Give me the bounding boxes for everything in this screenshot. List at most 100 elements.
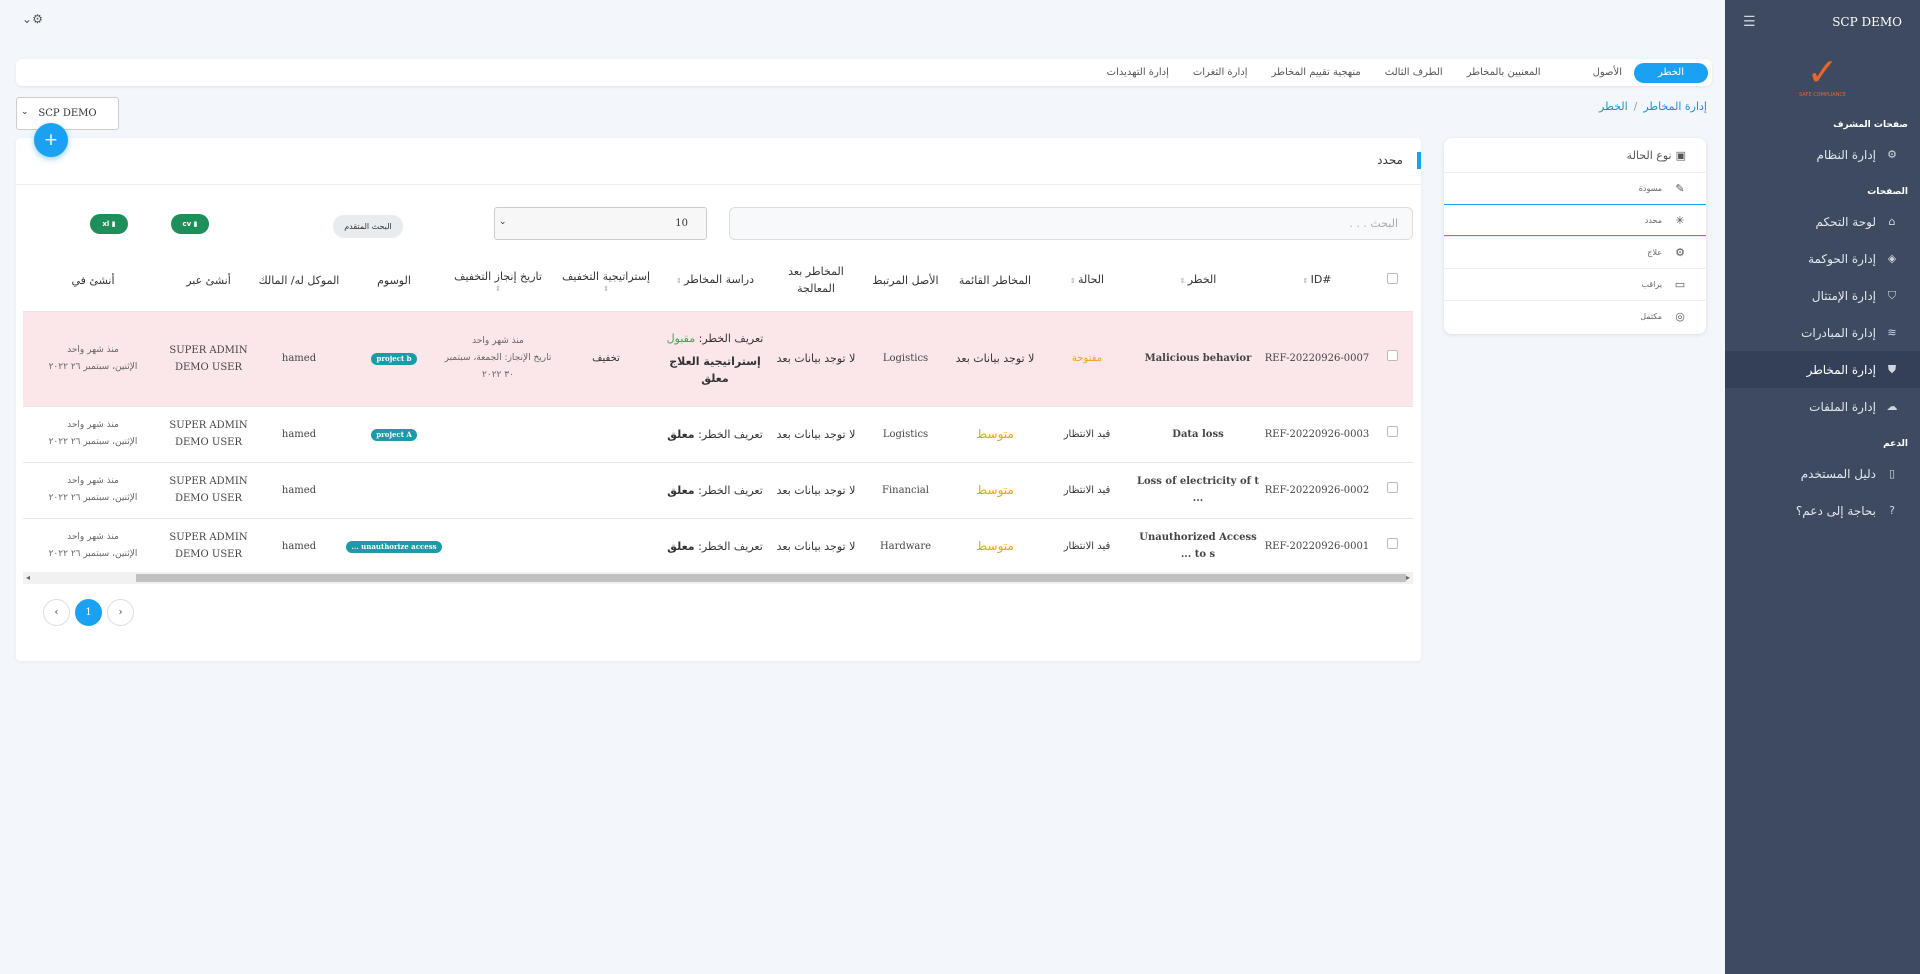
sidebar-item-dashboard[interactable]: ⌂ لوحة التحكم [1725,203,1920,240]
sidebar-item-label: إدارة الملفات [1809,399,1876,414]
tab-threats[interactable]: إدارة التهديدات [1095,63,1181,83]
table-row[interactable]: REF-20220926-0002 Loss of electricity of… [23,462,1413,519]
next-page-button[interactable]: › [107,599,134,626]
tab-third-party[interactable]: الطرف الثالث [1373,63,1455,83]
sidebar-item-label: إدارة النظام [1816,147,1876,162]
export-label: cv [182,220,192,228]
scroll-right-icon[interactable]: ▸ [1406,572,1410,584]
tab-assets[interactable]: الأصول [1581,63,1634,83]
created-ago: منذ شهر واحد [67,476,119,486]
page-size-value: 10 [675,218,688,229]
status-filter-identified[interactable]: ✳ محدد [1444,204,1706,236]
cell-tags: project b [344,311,444,407]
clipboard-icon: ▭ [1674,278,1686,291]
cell-risk[interactable]: Unauthorized Access to s ... [1133,518,1263,575]
created-full: الإثنين، سبتمبر ٢٦ ٢٠٢٢ [48,361,138,372]
status-filter-completed[interactable]: ◎ مكتمل [1444,300,1706,332]
table-row[interactable]: REF-20220926-0001 Unauthorized Access to… [23,518,1413,575]
cell-risk[interactable]: Malicious behavior [1133,311,1263,407]
tab-risk[interactable]: الخطر [1633,62,1708,83]
col-id[interactable]: #ID ⇕ [1263,250,1371,312]
col-created-by: أنشئ عبر [163,250,254,312]
page-1-button[interactable]: 1 [75,599,102,626]
col-risk[interactable]: الخطر ⇕ [1133,250,1263,312]
settings-dropdown[interactable]: ⌄⚙ [22,12,43,26]
col-risk-study[interactable]: دراسة المخاطر ⇕ [660,250,770,312]
col-label: تاريخ إنجاز التخفيف [454,269,542,283]
sidebar-item-system-admin[interactable]: ⚙ إدارة النظام [1725,136,1920,173]
cell-mitigation [552,406,660,463]
table-row[interactable]: REF-20220926-0007 Malicious behavior مفت… [23,311,1413,407]
add-risk-button[interactable]: + [34,123,68,157]
sidebar-item-governance[interactable]: ◈ إدارة الحوكمة [1725,240,1920,277]
cell-inherent: متوسط [949,406,1041,463]
sidebar-item-user-guide[interactable]: ▯ دليل المستخدم [1725,455,1920,492]
tab-risk-stakeholders[interactable]: المعنيين بالمخاطر [1455,63,1553,83]
status-filter-draft[interactable]: ✎ مسودة [1444,172,1706,204]
search-input[interactable]: البحث . . . [729,207,1413,240]
cell-asset: Hardware [862,518,949,575]
box-icon: ▣ [1675,148,1686,162]
gear-icon: ⚙ [1887,148,1897,161]
select-all-checkbox[interactable] [1386,272,1398,284]
sidebar-item-help[interactable]: ? بحاجة إلى دعم؟ [1725,492,1920,529]
row-checkbox[interactable] [1386,481,1398,493]
tab-risk-methodology[interactable]: منهجية تقييم المخاطر [1260,63,1373,83]
col-mitigation-date[interactable]: تاريخ إنجاز التخفيف ⇕ [444,250,552,312]
cell-inherent: لا توجد بيانات بعد [949,311,1041,407]
section-support: الدعم [1883,439,1908,449]
risk-table: #ID ⇕ الخطر ⇕ الحالة ⇕ المخاطر القائمة ا… [23,250,1413,575]
prev-page-button[interactable]: ‹ [43,599,70,626]
cell-owner: hamed [254,311,344,407]
scrollbar-thumb[interactable] [136,574,1406,582]
col-mitigation-strategy[interactable]: إستراتيجية التخفيف ⇕ [552,250,660,312]
status-filter-label: يراقب [1641,280,1662,289]
col-residual-risk: المخاطر بعد المعالجة [770,250,862,312]
sidebar-item-compliance[interactable]: ⛉ إدارة الإمتثال [1725,277,1920,314]
col-related-asset: الأصل المرتبط [862,250,949,312]
export-xl-button[interactable]: xl ▮ [90,214,128,234]
section-pages: الصفحات [1867,187,1908,197]
logo: ✓ SAFE COMPLIANCE [1725,44,1920,106]
sidebar-item-label: إدارة المبادرات [1801,325,1876,340]
page-size-select[interactable]: ⌄ 10 [494,207,707,240]
col-status[interactable]: الحالة ⇕ [1041,250,1133,312]
created-ago: منذ شهر واحد [67,420,119,430]
row-checkbox[interactable] [1386,350,1398,361]
cell-tags: project A [344,406,444,463]
col-created-at: أنشئ في [23,250,163,312]
project-select[interactable]: ⌄ SCP DEMO [16,97,119,130]
status-filter-monitored[interactable]: ▭ يراقب [1444,268,1706,300]
tab-vulnerabilities[interactable]: إدارة الثغرات [1181,63,1260,83]
select-all-cell [1371,250,1413,312]
status-filter-treatment[interactable]: ⚙ علاج [1444,236,1706,268]
sidebar-item-files[interactable]: ☁ إدارة الملفات [1725,388,1920,425]
horizontal-scrollbar[interactable]: ◂ ▸ [23,572,1413,584]
cloud-upload-icon: ☁ [1886,400,1898,413]
breadcrumb-root[interactable]: إدارة المخاطر [1643,100,1707,113]
advanced-search-button[interactable]: البحث المتقدم [333,215,403,238]
loader-icon: ✳ [1675,213,1685,227]
cell-mitigation [552,462,660,519]
scroll-left-icon[interactable]: ◂ [26,572,30,584]
risk-table-wrapper: #ID ⇕ الخطر ⇕ الحالة ⇕ المخاطر القائمة ا… [23,250,1413,575]
row-checkbox[interactable] [1386,537,1398,549]
cell-risk[interactable]: Loss of electricity of t ... [1133,462,1263,519]
file-icon: ▮ [111,220,116,228]
row-checkbox-cell [1371,518,1413,575]
layers-icon: ≋ [1887,326,1897,339]
status-panel-title-text: نوع الحالة [1626,148,1672,162]
shield-icon: ⛊ [1887,362,1897,376]
table-row[interactable]: REF-20220926-0003 Data loss قيد الانتظار… [23,406,1413,463]
tag-badge: project A [371,428,417,441]
menu-toggle-icon[interactable]: ☰ [1743,14,1756,30]
sidebar-item-risk-management[interactable]: ⛊ إدارة المخاطر [1725,351,1920,388]
breadcrumb-current[interactable]: الخطر [1599,100,1628,113]
sidebar-item-initiatives[interactable]: ≋ إدارة المبادرات [1725,314,1920,351]
card-title: محدد [1377,152,1421,169]
cell-status: قيد الانتظار [1041,518,1133,575]
export-cv-button[interactable]: cv ▮ [171,214,209,234]
cell-risk[interactable]: Data loss [1133,406,1263,463]
row-checkbox[interactable] [1386,425,1398,437]
cell-status: مفتوحة [1041,311,1133,407]
